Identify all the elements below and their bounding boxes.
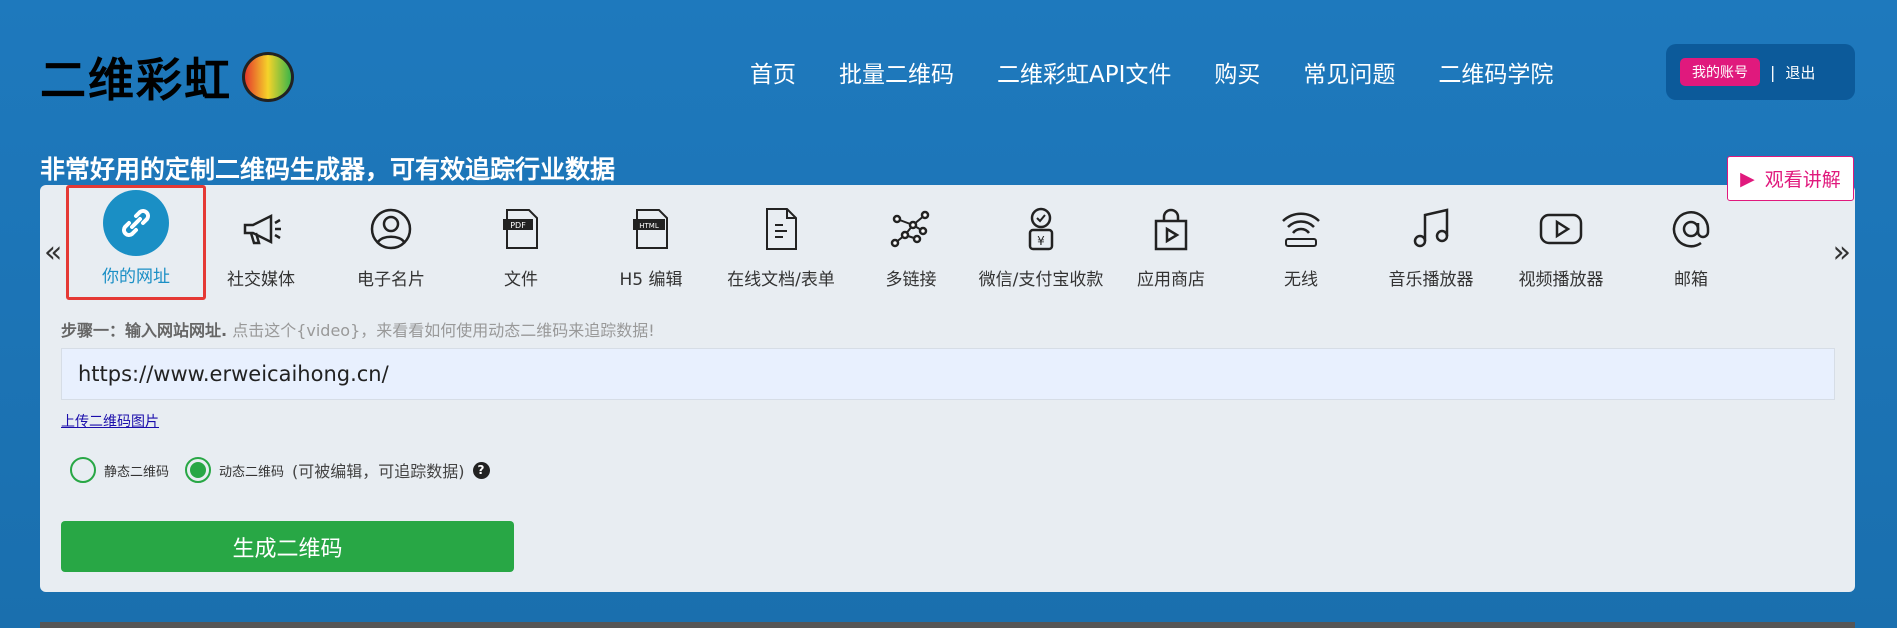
dynamic-hint: (可被编辑，可追踪数据) — [292, 462, 465, 481]
dynamic-label: 动态二维码 — [219, 464, 285, 480]
qr-type-tab[interactable]: 社交媒体 — [196, 185, 326, 300]
logout-link[interactable]: 退出 — [1785, 62, 1815, 83]
payment-icon: ¥ — [1028, 207, 1054, 251]
bear-logo-icon — [242, 52, 294, 102]
static-radio[interactable] — [70, 457, 96, 483]
multi-link-icon — [890, 210, 930, 248]
qr-type-tab[interactable]: HTML H5 编辑 — [586, 185, 716, 300]
nav-buy[interactable]: 购买 — [1214, 55, 1260, 89]
html-icon: HTML — [633, 209, 668, 249]
tagline: 非常好用的定制二维码生成器，可有效追踪行业数据 — [40, 155, 616, 184]
qr-type-label: 多链接 — [885, 270, 937, 290]
qr-type-tab[interactable]: PDF 文件 — [456, 185, 586, 300]
qr-type-label: H5 编辑 — [619, 270, 683, 290]
qr-type-tab[interactable]: 应用商店 — [1106, 185, 1236, 300]
pdf-icon: PDF — [503, 209, 538, 249]
qr-mode-radios: 静态二维码 动态二维码 (可被编辑，可追踪数据) ? — [70, 457, 490, 483]
qr-type-tabs: 你的网址 社交媒体 电子名片 PDF 文件 HTML H5 编辑 在线文档/表单 多链接 ¥ 微信/… — [66, 185, 1756, 300]
separator: | — [1770, 62, 1776, 82]
step-hint: 点击这个{video}，来看看如何使用动态二维码来追踪数据! — [232, 321, 655, 340]
qr-type-label: 在线文档/表单 — [727, 270, 835, 290]
nav-api[interactable]: 二维彩虹API文件 — [997, 55, 1171, 89]
upload-qr-link[interactable]: 上传二维码图片 — [61, 411, 159, 431]
main-nav: 首页 批量二维码 二维彩虹API文件 购买 常见问题 二维码学院 — [750, 55, 1553, 89]
store-bag-icon — [1154, 208, 1188, 251]
at-icon — [1672, 211, 1710, 248]
svg-text:PDF: PDF — [510, 221, 526, 230]
qr-type-tab[interactable]: 视频播放器 — [1496, 185, 1626, 300]
qr-type-label: 无线 — [1284, 270, 1318, 290]
qr-type-label: 应用商店 — [1137, 270, 1205, 290]
watch-label: 观看讲解 — [1764, 169, 1841, 191]
qr-type-label: 文件 — [504, 270, 538, 290]
qr-type-tab[interactable]: 音乐播放器 — [1366, 185, 1496, 300]
static-label: 静态二维码 — [104, 464, 170, 480]
user-circle-icon — [370, 208, 412, 250]
qr-type-tab[interactable]: 电子名片 — [326, 185, 456, 300]
step-title: 步骤一：输入网站网址. — [61, 321, 228, 340]
watch-tutorial-button[interactable]: ▶ 观看讲解 — [1727, 156, 1854, 201]
qr-type-tab[interactable]: 你的网址 — [66, 185, 206, 300]
qr-type-tab[interactable]: 邮箱 — [1626, 185, 1756, 300]
wifi-icon — [1282, 212, 1320, 247]
nav-academy[interactable]: 二维码学院 — [1438, 55, 1553, 89]
qr-type-label: 你的网址 — [102, 267, 170, 287]
scroll-right-icon[interactable]: » — [1833, 235, 1851, 270]
url-input[interactable]: https://www.erweicaihong.cn/ — [61, 348, 1835, 400]
qr-type-label: 微信/支付宝收款 — [978, 270, 1104, 290]
video-icon — [1539, 213, 1583, 245]
qr-type-label: 视频播放器 — [1518, 270, 1604, 290]
qr-type-tab[interactable]: 在线文档/表单 — [716, 185, 846, 300]
logo[interactable]: 二维彩虹 — [40, 44, 294, 110]
generate-qr-button[interactable]: 生成二维码 — [61, 521, 514, 572]
qr-type-label: 社交媒体 — [227, 270, 295, 290]
play-icon: ▶ — [1740, 167, 1755, 190]
document-icon — [766, 208, 797, 250]
nav-batch[interactable]: 批量二维码 — [839, 55, 954, 89]
nav-faq[interactable]: 常见问题 — [1303, 55, 1395, 89]
link-icon — [122, 209, 150, 237]
logo-text: 二维彩虹 — [40, 53, 232, 107]
qr-type-tab[interactable]: 多链接 — [846, 185, 976, 300]
active-icon-circle — [103, 190, 169, 256]
account-box: 我的账号 | 退出 — [1666, 44, 1855, 100]
music-icon — [1413, 208, 1449, 248]
dynamic-radio[interactable] — [185, 457, 212, 483]
qr-type-tab[interactable]: ¥ 微信/支付宝收款 — [976, 185, 1106, 300]
svg-text:HTML: HTML — [639, 222, 659, 230]
megaphone-icon — [243, 213, 281, 245]
scroll-left-icon[interactable]: « — [44, 235, 62, 270]
svg-text:¥: ¥ — [1037, 234, 1045, 248]
qr-type-tab[interactable]: 无线 — [1236, 185, 1366, 300]
my-account-button[interactable]: 我的账号 — [1680, 58, 1760, 86]
qr-type-label: 电子名片 — [357, 270, 425, 290]
nav-home[interactable]: 首页 — [750, 55, 796, 89]
qr-type-label: 邮箱 — [1674, 270, 1708, 290]
help-icon[interactable]: ? — [472, 461, 490, 479]
qr-type-label: 音乐播放器 — [1388, 270, 1474, 290]
generator-panel: « » 你的网址 社交媒体 电子名片 PDF 文件 HTML H5 编辑 在线文档/表单 多链接… — [40, 185, 1855, 592]
bottom-bar — [40, 622, 1855, 628]
step-instruction: 步骤一：输入网站网址. 点击这个{video}，来看看如何使用动态二维码来追踪数… — [61, 317, 655, 341]
